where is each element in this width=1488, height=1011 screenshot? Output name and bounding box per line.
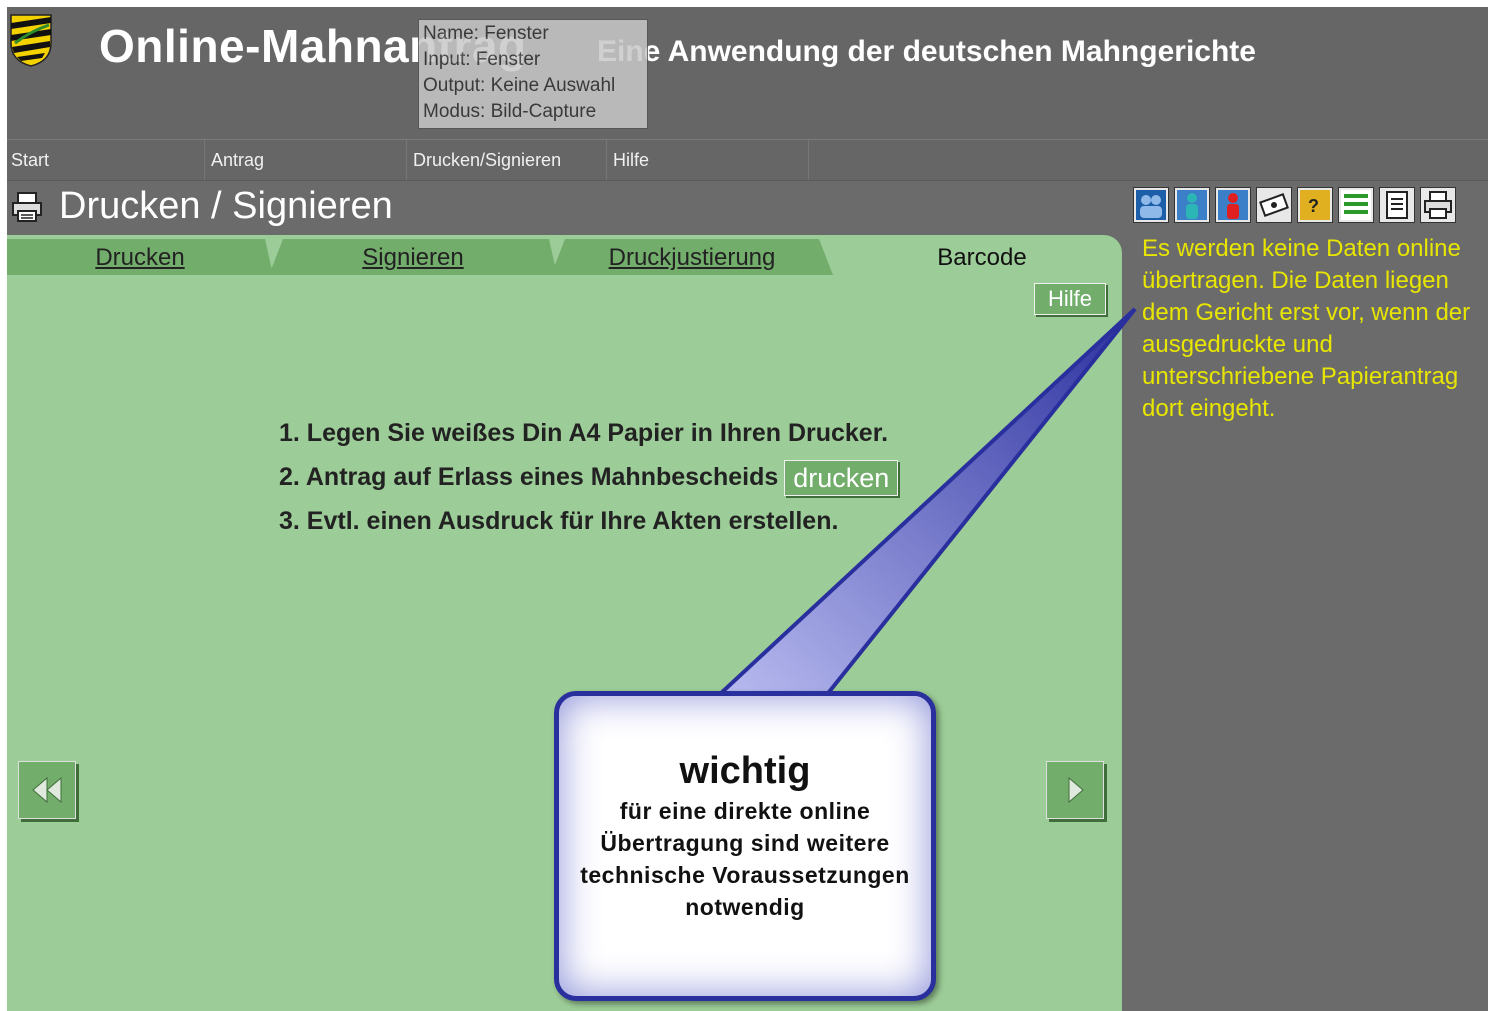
svg-text:?: ?: [1308, 196, 1319, 216]
list-icon[interactable]: [1338, 187, 1374, 223]
next-button[interactable]: [1046, 761, 1104, 819]
tab-drucken[interactable]: Drucken: [7, 239, 273, 275]
tab-signieren[interactable]: Signieren: [269, 239, 557, 275]
tooltip-name: Name: Fenster: [423, 23, 549, 44]
menu-item-drucken-signieren[interactable]: Drucken/Signieren: [409, 140, 607, 180]
tooltip-mode: Modus: Bild-Capture: [423, 101, 597, 122]
person-blue-icon[interactable]: [1174, 187, 1210, 223]
menu-item-start[interactable]: Start: [7, 140, 205, 180]
instruction-steps: 1. Legen Sie weißes Din A4 Papier in Ihr…: [279, 411, 899, 543]
document-icon[interactable]: [1379, 187, 1415, 223]
right-arrow-icon: [1068, 776, 1084, 804]
callout-title: wichtig: [679, 750, 811, 792]
page-title: Drucken / Signieren: [59, 185, 393, 227]
info-text: Es werden keine Daten online übertragen.…: [1142, 235, 1471, 422]
coat-of-arms-icon: [10, 14, 52, 67]
tooltip: Name: Fenster Input: Fenster Output: Kei…: [418, 19, 648, 129]
printer-icon: [12, 192, 42, 222]
help-icon[interactable]: ?: [1297, 187, 1333, 223]
tooltip-input: Input: Fenster: [423, 49, 541, 70]
printer-icon[interactable]: [1420, 187, 1456, 223]
tab-barcode[interactable]: Barcode: [847, 239, 1117, 275]
tooltip-output: Output: Keine Auswahl: [423, 75, 616, 96]
menu-item-antrag[interactable]: Antrag: [207, 140, 407, 180]
users-icon[interactable]: [1133, 187, 1169, 223]
menu-bar: Start Antrag Drucken/Signieren Hilfe: [7, 139, 1488, 181]
header: Online-Mahnantrag Eine Anwendung der deu…: [7, 7, 1488, 139]
certificate-icon[interactable]: [1256, 187, 1292, 223]
tab-druckjustierung[interactable]: Druckjustierung: [551, 239, 833, 275]
tab-bar: Drucken Signieren Druckjustierung Barcod…: [7, 239, 1122, 277]
app-window: Online-Mahnantrag Eine Anwendung der deu…: [7, 7, 1488, 1011]
double-left-arrow-icon: [32, 776, 62, 804]
print-button[interactable]: drucken: [784, 460, 899, 497]
toolbar: ?: [1133, 187, 1456, 227]
callout-text: für eine direkte online Übertragung sind…: [580, 798, 910, 920]
back-button[interactable]: [18, 761, 76, 819]
step-3: 3. Evtl. einen Ausdruck für Ihre Akten e…: [279, 507, 839, 535]
step-1: 1. Legen Sie weißes Din A4 Papier in Ihr…: [279, 419, 889, 447]
important-callout: wichtig für eine direkte online Übertrag…: [554, 691, 936, 1001]
menu-item-hilfe[interactable]: Hilfe: [609, 140, 809, 180]
step-2: 2. Antrag auf Erlass eines Mahnbescheids…: [279, 455, 899, 499]
app-subtitle: Eine Anwendung der deutschen Mahngericht…: [597, 35, 1256, 68]
help-button[interactable]: Hilfe: [1034, 283, 1106, 315]
step-2-text: 2. Antrag auf Erlass eines Mahnbescheids: [279, 463, 779, 491]
person-red-icon[interactable]: [1215, 187, 1251, 223]
